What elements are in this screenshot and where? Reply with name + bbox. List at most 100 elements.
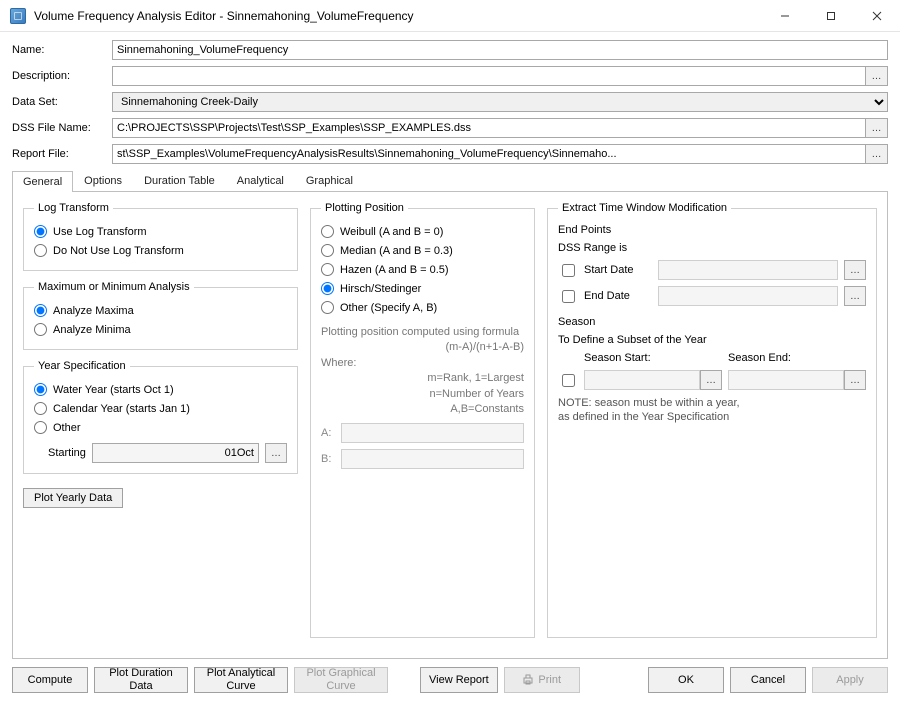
- season-end-header: Season End:: [728, 352, 866, 364]
- a-label: A:: [321, 427, 335, 439]
- other-pp-radio[interactable]: [321, 301, 334, 314]
- calendar-year-label: Calendar Year (starts Jan 1): [53, 403, 190, 415]
- hazen-radio[interactable]: [321, 263, 334, 276]
- tab-analytical[interactable]: Analytical: [226, 170, 295, 191]
- ok-button[interactable]: OK: [648, 667, 724, 693]
- header-form: Name: Description: … Data Set: Sinnemaho…: [0, 32, 900, 164]
- bottom-button-bar: Compute Plot Duration Data Plot Analytic…: [0, 659, 900, 701]
- description-input[interactable]: [112, 66, 866, 86]
- plotting-position-group: Plotting Position Weibull (A and B = 0) …: [310, 202, 535, 638]
- plot-graphical-curve-button: Plot Graphical Curve: [294, 667, 388, 693]
- log-transform-legend: Log Transform: [34, 202, 113, 214]
- window-minimize-button[interactable]: [762, 0, 808, 32]
- endpoints-heading: End Points: [558, 224, 866, 236]
- start-date-label: Start Date: [584, 264, 652, 276]
- pp-where: Where:: [321, 356, 524, 371]
- view-report-button[interactable]: View Report: [420, 667, 498, 693]
- time-window-group: Extract Time Window Modification End Poi…: [547, 202, 877, 638]
- other-pp-label: Other (Specify A, B): [340, 302, 437, 314]
- log-transform-group: Log Transform Use Log Transform Do Not U…: [23, 202, 298, 271]
- season-end-input: [728, 370, 844, 390]
- median-radio[interactable]: [321, 244, 334, 257]
- end-date-check[interactable]: [562, 290, 575, 303]
- season-note-1: NOTE: season must be within a year,: [558, 396, 866, 410]
- starting-label: Starting: [48, 447, 86, 459]
- name-input[interactable]: [112, 40, 888, 60]
- reportfile-input[interactable]: [112, 144, 866, 164]
- weibull-label: Weibull (A and B = 0): [340, 226, 443, 238]
- year-spec-legend: Year Specification: [34, 360, 130, 372]
- window-title: Volume Frequency Analysis Editor - Sinne…: [34, 9, 762, 23]
- pp-formula: (m-A)/(n+1-A-B): [321, 340, 524, 355]
- plot-yearly-data-button[interactable]: Plot Yearly Data: [23, 488, 123, 508]
- start-date-check[interactable]: [562, 264, 575, 277]
- hirsch-label: Hirsch/Stedinger: [340, 283, 421, 295]
- season-start-ellipsis-button[interactable]: …: [700, 370, 722, 390]
- print-label: Print: [538, 674, 561, 687]
- hirsch-radio[interactable]: [321, 282, 334, 295]
- titlebar: Volume Frequency Analysis Editor - Sinne…: [0, 0, 900, 32]
- tab-options[interactable]: Options: [73, 170, 133, 191]
- description-ellipsis-button[interactable]: …: [866, 66, 888, 86]
- window-close-button[interactable]: [854, 0, 900, 32]
- tab-general[interactable]: General: [12, 171, 73, 192]
- plot-duration-data-button[interactable]: Plot Duration Data: [94, 667, 188, 693]
- tabstrip: General Options Duration Table Analytica…: [0, 170, 900, 191]
- median-label: Median (A and B = 0.3): [340, 245, 453, 257]
- start-date-ellipsis-button[interactable]: …: [844, 260, 866, 280]
- water-year-label: Water Year (starts Oct 1): [53, 384, 174, 396]
- no-log-transform-radio[interactable]: [34, 244, 47, 257]
- tab-graphical[interactable]: Graphical: [295, 170, 364, 191]
- use-log-transform-radio[interactable]: [34, 225, 47, 238]
- season-start-header: Season Start:: [584, 352, 722, 364]
- season-note-2: as defined in the Year Specification: [558, 410, 866, 424]
- pp-ab-line: A,B=Constants: [321, 402, 524, 417]
- pp-m-line: m=Rank, 1=Largest: [321, 371, 524, 386]
- dssfile-input[interactable]: [112, 118, 866, 138]
- season-heading: Season: [558, 316, 866, 328]
- dssfile-label: DSS File Name:: [12, 122, 112, 134]
- starting-input: [92, 443, 259, 463]
- starting-ellipsis-button[interactable]: …: [265, 443, 287, 463]
- end-date-ellipsis-button[interactable]: …: [844, 286, 866, 306]
- subset-heading: To Define a Subset of the Year: [558, 334, 866, 346]
- season-check[interactable]: [562, 374, 575, 387]
- season-end-ellipsis-button[interactable]: …: [844, 370, 866, 390]
- dataset-label: Data Set:: [12, 96, 112, 108]
- plotting-position-legend: Plotting Position: [321, 202, 408, 214]
- analyze-maxima-label: Analyze Maxima: [53, 305, 134, 317]
- calendar-year-radio[interactable]: [34, 402, 47, 415]
- water-year-radio[interactable]: [34, 383, 47, 396]
- analyze-maxima-radio[interactable]: [34, 304, 47, 317]
- weibull-radio[interactable]: [321, 225, 334, 238]
- description-label: Description:: [12, 70, 112, 82]
- app-icon: [10, 8, 26, 24]
- maxmin-group: Maximum or Minimum Analysis Analyze Maxi…: [23, 281, 298, 350]
- hazen-label: Hazen (A and B = 0.5): [340, 264, 449, 276]
- pp-desc-line: Plotting position computed using formula: [321, 325, 524, 340]
- print-button: Print: [504, 667, 580, 693]
- season-start-input: [584, 370, 700, 390]
- other-year-radio[interactable]: [34, 421, 47, 434]
- tab-panel-general: Log Transform Use Log Transform Do Not U…: [12, 191, 888, 659]
- analyze-minima-radio[interactable]: [34, 323, 47, 336]
- name-label: Name:: [12, 44, 112, 56]
- print-icon: [522, 674, 534, 686]
- reportfile-ellipsis-button[interactable]: …: [866, 144, 888, 164]
- other-year-label: Other: [53, 422, 81, 434]
- dataset-select[interactable]: Sinnemahoning Creek-Daily: [112, 92, 888, 112]
- plot-analytical-curve-button[interactable]: Plot Analytical Curve: [194, 667, 288, 693]
- dssfile-ellipsis-button[interactable]: …: [866, 118, 888, 138]
- tab-duration-table[interactable]: Duration Table: [133, 170, 226, 191]
- cancel-button[interactable]: Cancel: [730, 667, 806, 693]
- end-date-input: [658, 286, 838, 306]
- pp-n-line: n=Number of Years: [321, 387, 524, 402]
- apply-button: Apply: [812, 667, 888, 693]
- reportfile-label: Report File:: [12, 148, 112, 160]
- time-window-legend: Extract Time Window Modification: [558, 202, 731, 214]
- window-maximize-button[interactable]: [808, 0, 854, 32]
- maxmin-legend: Maximum or Minimum Analysis: [34, 281, 194, 293]
- a-input: [341, 423, 524, 443]
- analyze-minima-label: Analyze Minima: [53, 324, 131, 336]
- compute-button[interactable]: Compute: [12, 667, 88, 693]
